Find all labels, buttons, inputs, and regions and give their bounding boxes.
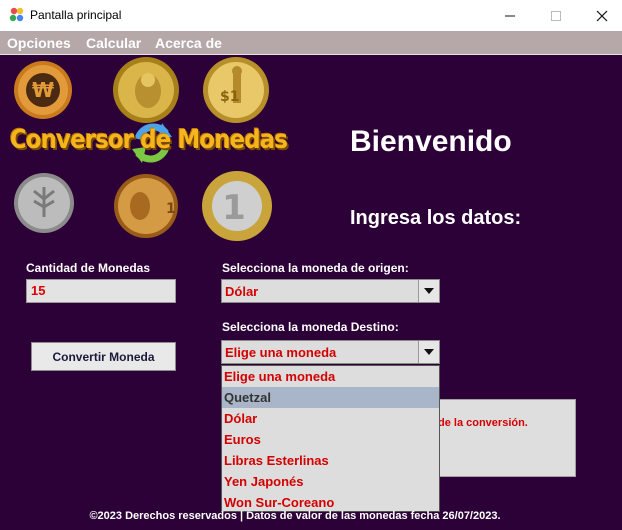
option-choose[interactable]: Elige una moneda bbox=[222, 366, 439, 387]
maximize-button[interactable] bbox=[533, 0, 578, 31]
menu-options[interactable]: Opciones bbox=[7, 35, 71, 51]
origin-select[interactable]: Dólar bbox=[221, 279, 440, 303]
amount-label: Cantidad de Monedas bbox=[26, 261, 151, 275]
close-icon bbox=[596, 10, 607, 21]
destination-label: Selecciona la moneda Destino: bbox=[222, 320, 399, 334]
menu-about[interactable]: Acerca de bbox=[155, 35, 222, 51]
minimize-icon bbox=[504, 15, 515, 16]
option-quetzal[interactable]: Quetzal bbox=[222, 387, 439, 408]
result-panel bbox=[436, 399, 576, 477]
option-yen[interactable]: Yen Japonés bbox=[222, 471, 439, 492]
svg-text:₩: ₩ bbox=[32, 78, 54, 102]
close-button[interactable] bbox=[579, 0, 622, 31]
option-libras[interactable]: Libras Esterlinas bbox=[222, 450, 439, 471]
destination-dropdown-list: Elige una moneda Quetzal Dólar Euros Lib… bbox=[221, 365, 440, 512]
dollar-coin-icon: $1 bbox=[203, 57, 269, 123]
destination-select[interactable]: Elige una moneda bbox=[221, 340, 440, 364]
origin-label: Selecciona la moneda de origen: bbox=[222, 261, 409, 275]
main-panel: ₩ $1 1 1 Conversor de Monedas Bienvenido… bbox=[0, 55, 622, 530]
result-text: de la conversión. bbox=[438, 417, 528, 429]
instructions-heading: Ingresa los datos: bbox=[350, 207, 522, 229]
menu-bar: Opciones Calcular Acerca de bbox=[0, 31, 622, 55]
yen-coin-icon bbox=[14, 173, 74, 233]
euro-coin-icon: 1 bbox=[202, 171, 272, 241]
brand-title: Conversor de Monedas bbox=[10, 125, 288, 155]
chevron-down-icon[interactable] bbox=[418, 341, 439, 363]
menu-calculate[interactable]: Calcular bbox=[86, 35, 141, 51]
maximize-icon bbox=[550, 10, 561, 21]
title-bar: Pantalla principal bbox=[0, 0, 622, 31]
footer-text: ©2023 Derechos reservados | Datos de val… bbox=[89, 510, 501, 522]
chevron-down-icon[interactable] bbox=[418, 280, 439, 302]
minimize-button[interactable] bbox=[487, 0, 532, 31]
app-icon bbox=[9, 7, 24, 22]
pound-coin-icon bbox=[113, 57, 179, 123]
origin-selected: Dólar bbox=[225, 284, 259, 299]
won-coin-icon: ₩ bbox=[14, 61, 72, 119]
option-dolar[interactable]: Dólar bbox=[222, 408, 439, 429]
convert-button[interactable]: Convertir Moneda bbox=[31, 342, 176, 371]
svg-text:$1: $1 bbox=[220, 89, 239, 105]
option-euros[interactable]: Euros bbox=[222, 429, 439, 450]
svg-text:1: 1 bbox=[166, 201, 176, 217]
destination-selected: Elige una moneda bbox=[225, 345, 337, 360]
window-title: Pantalla principal bbox=[30, 8, 122, 22]
one-coin-icon: 1 bbox=[114, 174, 178, 238]
amount-input[interactable]: 15 bbox=[26, 279, 176, 303]
welcome-heading: Bienvenido bbox=[350, 125, 512, 158]
svg-text:1: 1 bbox=[222, 188, 246, 228]
